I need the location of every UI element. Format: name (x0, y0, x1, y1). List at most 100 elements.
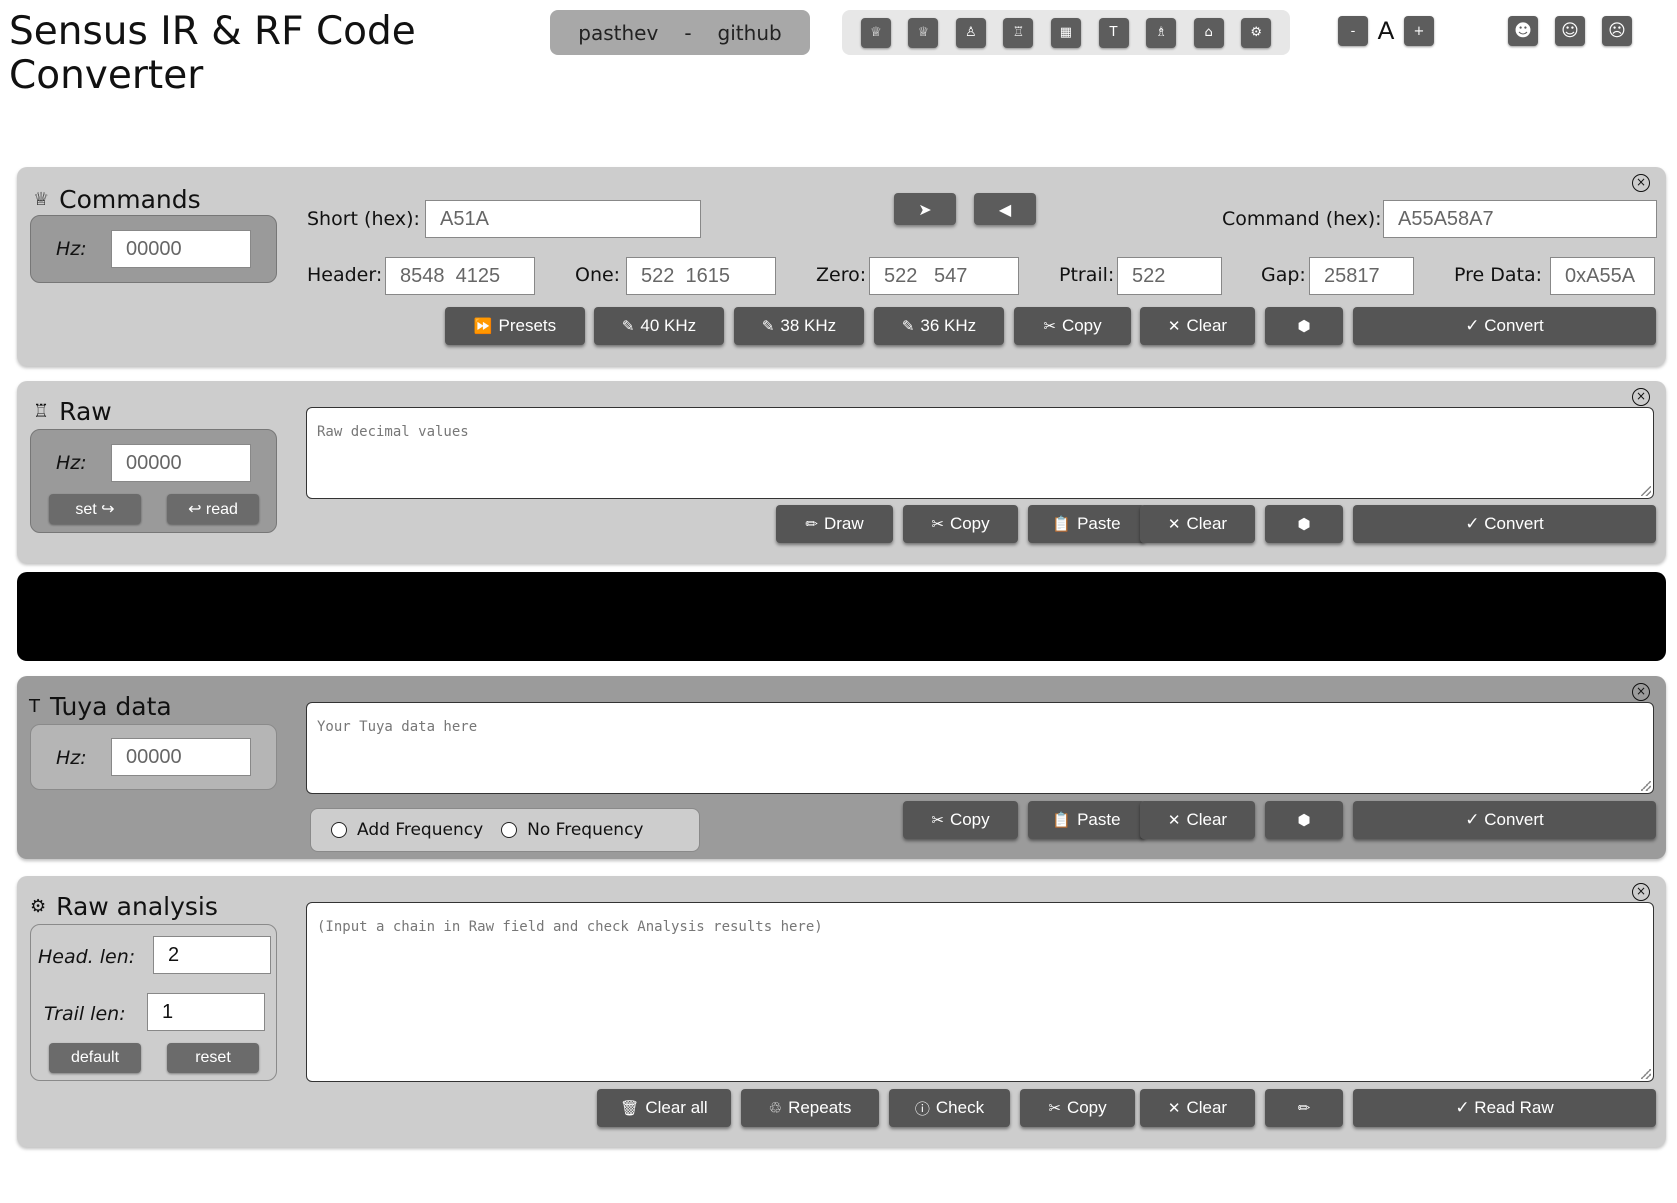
one-input[interactable]: 522 1615 (626, 257, 776, 295)
commands-hz-input[interactable]: 00000 (111, 230, 251, 268)
tuya-hz-input[interactable]: 00000 (111, 738, 251, 776)
short-hex-label: Short (hex): (307, 208, 420, 230)
commands-dice-button[interactable]: ⬢ (1265, 307, 1343, 345)
commands-title: ♕ Commands (33, 185, 201, 215)
close-icon: ✕ (1167, 516, 1181, 533)
github-link[interactable]: github (718, 21, 782, 45)
hz-label: Hz: (56, 747, 87, 769)
page-title: Sensus IR & RF Code Converter (9, 9, 416, 98)
38khz-button[interactable]: ✎ 38 KHz (734, 307, 864, 345)
font-size-controls: - A + (1338, 16, 1434, 46)
signal-canvas[interactable] (17, 572, 1666, 661)
default-button[interactable]: default (49, 1043, 141, 1073)
raw-hz-box: Hz: 00000 set ↪ ↩ read (30, 429, 277, 533)
commands-hz-box: Hz: 00000 (30, 215, 277, 283)
command-hex-input[interactable]: A55A58A7 (1383, 200, 1657, 238)
queen-icon: ♕ (33, 189, 50, 210)
analysis-textarea[interactable]: (Input a chain in Raw field and check An… (306, 902, 1654, 1082)
wand-icon: ✎ (621, 318, 635, 335)
commands-title-label: Commands (59, 185, 201, 214)
reset-button[interactable]: reset (167, 1043, 259, 1073)
zero-input[interactable]: 522 547 (869, 257, 1019, 295)
no-frequency-radio[interactable]: No Frequency (501, 820, 643, 840)
fast-forward-icon: ⏩ (473, 318, 493, 335)
repeats-button[interactable]: ♲ Repeats (741, 1089, 879, 1127)
check-button[interactable]: ⓘ Check (889, 1089, 1010, 1127)
short-hex-input[interactable]: A51A (425, 200, 701, 238)
radio-circle[interactable] (331, 822, 347, 838)
gear-icon: ⚙ (30, 896, 47, 917)
analysis-copy-button[interactable]: ✂ Copy (1020, 1089, 1135, 1127)
raw-hz-input[interactable]: 00000 (111, 444, 251, 482)
close-icon[interactable]: × (1632, 883, 1650, 901)
tuya-textarea[interactable]: Your Tuya data here (306, 702, 1654, 794)
back-arrow-button[interactable]: ◀ (974, 193, 1036, 225)
panel-toggle-toolbar: ♕ ♕ ♙ ♖ ▦ T ♗ ⌂ ⚙ (842, 10, 1290, 55)
rook-icon: ♖ (33, 401, 50, 422)
raw-icon[interactable]: ♕ (908, 17, 939, 48)
read-raw-button[interactable]: ✓ Read Raw (1353, 1089, 1656, 1127)
raw-paste-button[interactable]: 📋 Paste (1028, 505, 1145, 543)
head-len-input[interactable]: 2 (153, 936, 271, 974)
pencil-icon: ✏ (805, 516, 818, 533)
raw-convert-button[interactable]: ✓ Convert (1353, 505, 1656, 543)
close-icon[interactable]: × (1632, 388, 1650, 406)
rook-icon[interactable]: ♖ (1003, 17, 1034, 48)
36khz-button[interactable]: ✎ 36 KHz (874, 307, 1004, 345)
clipboard-icon: 📋 (1052, 516, 1072, 533)
raw-dice-button[interactable]: ⬢ (1265, 505, 1343, 543)
commands-clear-button[interactable]: ✕ Clear (1140, 307, 1255, 345)
ptrail-label: Ptrail: (1059, 264, 1115, 286)
zoom-in-button[interactable]: + (1404, 16, 1434, 46)
pawn-icon[interactable]: ♙ (955, 17, 986, 48)
chart-icon[interactable]: ▦ (1050, 17, 1081, 48)
trash-icon: 🗑 (620, 1100, 640, 1117)
commands-icon[interactable]: ♕ (860, 17, 891, 48)
40khz-button[interactable]: ✎ 40 KHz (594, 307, 724, 345)
person-icon[interactable]: ♗ (1146, 17, 1177, 48)
predata-input[interactable]: 0xA55A (1550, 257, 1655, 295)
presets-button[interactable]: ⏩ Presets (445, 307, 585, 345)
analysis-clear-button[interactable]: ✕ Clear (1140, 1089, 1255, 1127)
radio-circle[interactable] (501, 822, 518, 838)
raw-copy-button[interactable]: ✂ Copy (903, 505, 1018, 543)
close-icon[interactable]: × (1632, 683, 1650, 701)
raw-clear-button[interactable]: ✕ Clear (1140, 505, 1255, 543)
zoom-out-button[interactable]: - (1338, 16, 1368, 46)
ptrail-input[interactable]: 522 (1117, 257, 1222, 295)
read-button[interactable]: ↩ read (167, 494, 259, 524)
commands-convert-button[interactable]: ✓ Convert (1353, 307, 1656, 345)
add-frequency-radio[interactable]: Add Frequency (331, 820, 483, 840)
scissors-icon: ✂ (931, 516, 944, 533)
tuya-panel: T Tuya data × Hz: 00000 Your Tuya data h… (17, 676, 1666, 859)
commands-copy-button[interactable]: ✂ Copy (1014, 307, 1131, 345)
forward-arrow-button[interactable]: ➤ (894, 193, 956, 225)
clear-all-button[interactable]: 🗑 Clear all (597, 1089, 731, 1127)
header-input[interactable]: 8548 4125 (385, 257, 535, 295)
gear-icon[interactable]: ⚙ (1241, 17, 1272, 48)
tuya-paste-button[interactable]: 📋 Paste (1028, 801, 1145, 839)
tuya-dice-button[interactable]: ⬢ (1265, 801, 1343, 839)
tuya-convert-button[interactable]: ✓ Convert (1353, 801, 1656, 839)
gap-input[interactable]: 25817 (1309, 257, 1414, 295)
raw-textarea[interactable]: Raw decimal values (306, 407, 1654, 499)
tuya-clear-button[interactable]: ✕ Clear (1140, 801, 1255, 839)
tuya-icon[interactable]: T (1098, 17, 1129, 48)
wand-icon: ✎ (901, 318, 915, 335)
sad-face-icon[interactable]: ☹ (1602, 16, 1632, 46)
analysis-draw-button[interactable]: ✏ (1265, 1089, 1343, 1127)
command-hex-label: Command (hex): (1222, 208, 1382, 230)
tuya-copy-button[interactable]: ✂ Copy (903, 801, 1018, 839)
bag-icon[interactable]: ⌂ (1193, 17, 1224, 48)
happy-face-icon[interactable]: ☻ (1508, 16, 1538, 46)
neutral-face-icon[interactable]: ☺ (1555, 16, 1585, 46)
predata-label: Pre Data: (1454, 264, 1543, 286)
set-button[interactable]: set ↪ (49, 494, 141, 524)
tuya-hz-box: Hz: 00000 (30, 724, 277, 790)
hz-label: Hz: (56, 452, 87, 474)
draw-button[interactable]: ✏ Draw (776, 505, 893, 543)
top-links: pasthev - github (550, 10, 810, 55)
author-link[interactable]: pasthev (578, 21, 658, 45)
close-icon[interactable]: × (1632, 174, 1650, 192)
trail-len-input[interactable]: 1 (147, 993, 265, 1031)
